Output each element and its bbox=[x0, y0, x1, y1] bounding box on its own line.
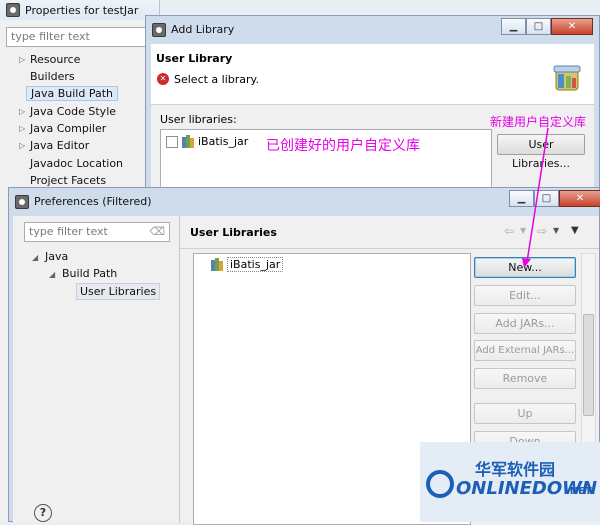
maximize-button[interactable]: □ bbox=[526, 18, 551, 35]
maximize-button[interactable]: □ bbox=[534, 190, 559, 207]
new-button[interactable]: New... bbox=[474, 257, 576, 278]
dialog-title: Add Library bbox=[171, 23, 235, 36]
window-icon bbox=[6, 3, 20, 17]
preferences-titlebar[interactable]: Preferences (Filtered) ▁ □ ✕ bbox=[9, 188, 600, 215]
help-icon[interactable]: ? bbox=[34, 504, 52, 522]
annotation-new-library: 新建用户自定义库 bbox=[490, 115, 587, 129]
pref-item-project-facets[interactable]: Project Facets bbox=[30, 174, 106, 187]
pref-item-java-code-style[interactable]: Java Code Style bbox=[30, 105, 116, 118]
pref-tree-user-libraries[interactable]: User Libraries bbox=[76, 283, 161, 300]
library-checkbox[interactable] bbox=[166, 136, 178, 148]
wizard-header-title: User Library bbox=[156, 52, 233, 65]
window-icon bbox=[15, 194, 29, 209]
pref-tree-build-path[interactable]: Build Path bbox=[62, 267, 117, 280]
pref-tree-java[interactable]: Java bbox=[45, 250, 68, 263]
library-name[interactable]: iBatis_jar bbox=[227, 257, 284, 272]
error-icon: ✕ bbox=[157, 73, 169, 85]
annotation-created-library: 已创建好的用户自定义库 bbox=[266, 138, 420, 154]
user-libraries-label: User libraries: bbox=[160, 113, 237, 126]
watermark-text-top: 华军软件园 bbox=[475, 460, 556, 479]
expand-arrow-icon[interactable]: ▷ bbox=[19, 55, 25, 64]
collapse-arrow-icon[interactable]: ◢ bbox=[49, 270, 55, 279]
library-icon bbox=[211, 258, 223, 271]
pref-item-java-build-path[interactable]: Java Build Path bbox=[26, 86, 119, 101]
chevron-down-icon[interactable]: ▼ bbox=[553, 226, 559, 235]
chevron-down-icon[interactable]: ▼ bbox=[520, 226, 526, 235]
expand-arrow-icon[interactable]: ▷ bbox=[19, 107, 25, 116]
pref-item-javadoc-location[interactable]: Javadoc Location bbox=[30, 157, 123, 170]
filter-input[interactable]: type filter text bbox=[6, 27, 146, 47]
up-button[interactable]: Up bbox=[474, 403, 576, 424]
vertical-scrollbar[interactable] bbox=[581, 253, 596, 470]
pref-item-java-compiler[interactable]: Java Compiler bbox=[30, 122, 106, 135]
add-library-titlebar[interactable]: Add Library ▁ □ ✕ bbox=[146, 16, 599, 43]
remove-button[interactable]: Remove bbox=[474, 368, 576, 389]
scrollbar-thumb[interactable] bbox=[583, 314, 594, 416]
back-arrow-icon[interactable]: ⇦ bbox=[504, 224, 514, 238]
header-separator bbox=[180, 248, 599, 249]
edit-button[interactable]: Edit... bbox=[474, 285, 576, 306]
pane-splitter[interactable] bbox=[179, 216, 180, 523]
pref-item-builders[interactable]: Builders bbox=[30, 70, 75, 83]
view-menu-icon[interactable]: ▼ bbox=[571, 225, 579, 236]
properties-titlebar[interactable]: Properties for testJar bbox=[0, 0, 159, 20]
pref-item-java-editor[interactable]: Java Editor bbox=[30, 139, 89, 152]
wizard-header: User Library ✕ Select a library. bbox=[151, 44, 594, 105]
watermark-logo-icon bbox=[426, 470, 454, 498]
wizard-header-message: Select a library. bbox=[174, 73, 259, 86]
add-library-dialog: Add Library ▁ □ ✕ User Library ✕ Select … bbox=[145, 15, 600, 197]
minimize-button[interactable]: ▁ bbox=[501, 18, 526, 35]
watermark: 华军软件园 ONLINEDOWN .NET bbox=[420, 442, 600, 522]
user-libraries-button[interactable]: User Libraries... bbox=[497, 134, 585, 170]
close-button[interactable]: ✕ bbox=[551, 18, 593, 35]
watermark-suffix: .NET bbox=[566, 486, 592, 497]
window-icon bbox=[152, 22, 166, 37]
window-title: Properties for testJar bbox=[25, 3, 139, 17]
library-name[interactable]: iBatis_jar bbox=[198, 135, 248, 148]
page-title: User Libraries bbox=[190, 226, 277, 239]
library-icon bbox=[182, 135, 194, 148]
add-jars-button[interactable]: Add JARs... bbox=[474, 313, 576, 334]
minimize-button[interactable]: ▁ bbox=[509, 190, 534, 207]
close-button[interactable]: ✕ bbox=[559, 190, 600, 207]
collapse-arrow-icon[interactable]: ◢ bbox=[32, 253, 38, 262]
forward-arrow-icon[interactable]: ⇨ bbox=[537, 224, 547, 238]
filter-input[interactable]: type filter text ⌫ bbox=[24, 222, 170, 242]
pref-item-resource[interactable]: Resource bbox=[30, 53, 80, 66]
add-external-jars-button[interactable]: Add External JARs... bbox=[474, 340, 576, 361]
clear-filter-icon[interactable]: ⌫ bbox=[149, 225, 165, 238]
expand-arrow-icon[interactable]: ▷ bbox=[19, 141, 25, 150]
library-icon bbox=[553, 65, 581, 91]
dialog-title: Preferences (Filtered) bbox=[34, 195, 152, 208]
expand-arrow-icon[interactable]: ▷ bbox=[19, 124, 25, 133]
